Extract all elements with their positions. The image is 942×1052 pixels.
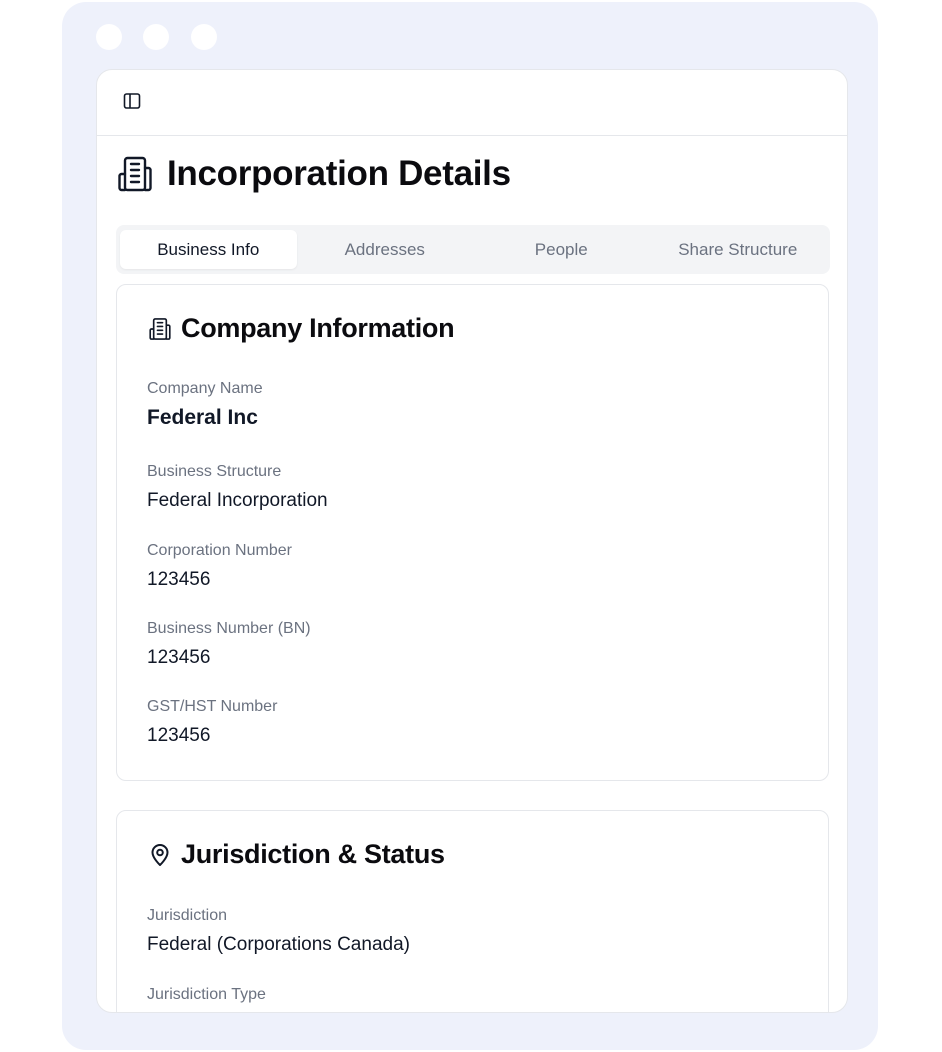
card-title: Jurisdiction & Status: [181, 839, 445, 869]
company-name-field: Company Name Federal Inc: [147, 379, 263, 431]
field-value: Federal Incorporation: [147, 490, 328, 511]
field-label: Business Number (BN): [147, 620, 311, 637]
field-value: Federal Inc: [147, 406, 258, 429]
building-icon: [115, 154, 155, 194]
field-value: 123456: [147, 725, 211, 746]
card-title: Company Information: [181, 313, 455, 343]
field-value: 123456: [147, 569, 211, 590]
top-bar: [97, 70, 847, 136]
app-window: Incorporation Details Business Info Addr…: [96, 69, 848, 1013]
jurisdiction-field: Jurisdiction Federal (Corporations Canad…: [147, 906, 410, 958]
page-header: Incorporation Details: [115, 152, 511, 196]
window-dot: [143, 24, 169, 50]
page-title: Incorporation Details: [167, 154, 511, 193]
field-label: Jurisdiction: [147, 907, 228, 924]
window-dot: [191, 24, 217, 50]
card-header: Company Information: [147, 313, 455, 344]
business-structure-field: Business Structure Federal Incorporation: [147, 462, 328, 514]
tab-people[interactable]: People: [473, 230, 650, 269]
tab-addresses[interactable]: Addresses: [297, 230, 474, 269]
sidebar-toggle-button[interactable]: [119, 90, 145, 116]
company-information-card: Company Information Company Name Federal…: [116, 284, 829, 781]
jurisdiction-type-field: Jurisdiction Type: [147, 985, 266, 1011]
field-label: Jurisdiction Type: [147, 986, 266, 1003]
jurisdiction-status-card: Jurisdiction & Status Jurisdiction Feder…: [116, 810, 829, 1012]
tab-business-info[interactable]: Business Info: [120, 230, 297, 269]
sidebar-toggle-icon: [123, 92, 141, 115]
corporation-number-field: Corporation Number 123456: [147, 541, 292, 593]
business-number-field: Business Number (BN) 123456: [147, 619, 311, 671]
field-label: Corporation Number: [147, 542, 292, 559]
gst-hst-number-field: GST/HST Number 123456: [147, 697, 277, 749]
field-label: GST/HST Number: [147, 698, 278, 715]
building-icon: [147, 316, 173, 342]
field-value: Federal (Corporations Canada): [147, 934, 410, 955]
field-label: Business Structure: [147, 463, 282, 480]
tab-bar: Business Info Addresses People Share Str…: [116, 225, 830, 274]
window-dot: [96, 24, 122, 50]
map-pin-icon: [147, 842, 173, 868]
field-label: Company Name: [147, 380, 263, 397]
field-value: 123456: [147, 647, 211, 668]
card-header: Jurisdiction & Status: [147, 839, 445, 870]
tab-share-structure[interactable]: Share Structure: [650, 230, 827, 269]
